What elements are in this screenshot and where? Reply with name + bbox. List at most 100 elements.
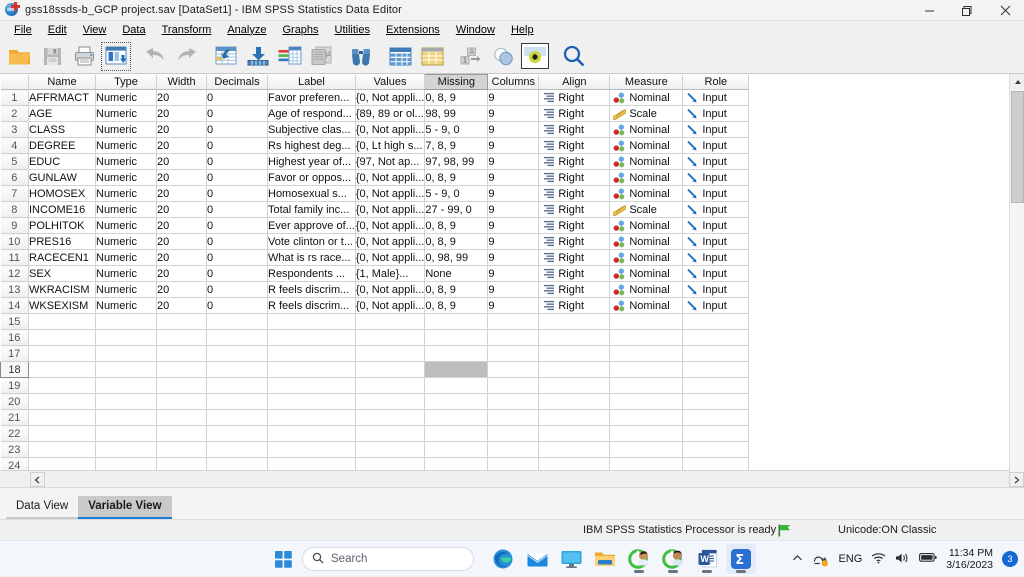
cell-missing[interactable] xyxy=(424,361,489,378)
column-header-values[interactable]: Values xyxy=(355,74,426,90)
table-row[interactable]: 10 PRES16 Numeric 20 0 Vote clinton or t... {0… xyxy=(0,233,750,250)
cell-columns[interactable] xyxy=(487,441,540,458)
cell-decimals[interactable]: 0 xyxy=(206,169,268,186)
scrollbar-thumb[interactable] xyxy=(1011,91,1024,203)
cell-type[interactable]: Numeric xyxy=(95,249,157,266)
cell-decimals[interactable]: 0 xyxy=(206,281,268,298)
cell-type[interactable] xyxy=(95,393,157,410)
cell-width[interactable] xyxy=(156,361,207,378)
cell-columns[interactable]: 9 xyxy=(487,281,540,298)
cell-label[interactable]: What is rs race... xyxy=(267,249,356,266)
cell-width[interactable] xyxy=(156,409,207,426)
cell-measure[interactable] xyxy=(609,441,684,458)
cell-name[interactable] xyxy=(28,377,96,394)
row-header[interactable]: 11 xyxy=(0,249,29,266)
cell-align[interactable]: Right xyxy=(538,217,611,234)
table-row[interactable]: 23 xyxy=(0,441,750,458)
cell-label[interactable] xyxy=(267,441,356,458)
scroll-right-arrow-icon[interactable] xyxy=(1009,472,1024,487)
cell-values[interactable]: {0, Not appli... xyxy=(355,233,426,250)
close-button[interactable] xyxy=(986,0,1024,21)
cell-name[interactable]: RACECEN1 xyxy=(28,249,96,266)
edge-icon[interactable] xyxy=(488,544,518,574)
cell-columns[interactable]: 9 xyxy=(487,249,540,266)
cell-decimals[interactable]: 0 xyxy=(206,249,268,266)
cell-measure[interactable] xyxy=(609,393,684,410)
cell-align[interactable]: Right xyxy=(538,89,611,106)
open-file-icon[interactable] xyxy=(4,41,36,72)
cell-width[interactable] xyxy=(156,377,207,394)
cell-role[interactable] xyxy=(682,361,750,378)
cell-role[interactable] xyxy=(682,425,750,442)
cell-type[interactable]: Numeric xyxy=(95,185,157,202)
cell-label[interactable] xyxy=(267,393,356,410)
table-row[interactable]: 2 AGE Numeric 20 0 Age of respond... {89, 89 o… xyxy=(0,105,750,122)
run-descriptives-icon[interactable]: μ xyxy=(306,41,338,72)
battery-icon[interactable] xyxy=(919,552,937,566)
cell-width[interactable]: 20 xyxy=(156,201,207,218)
cell-columns[interactable]: 9 xyxy=(487,201,540,218)
table-row[interactable]: 12 SEX Numeric 20 0 Respondents ... {1, Male}.… xyxy=(0,265,750,282)
cell-columns[interactable]: 9 xyxy=(487,121,540,138)
row-header[interactable]: 13 xyxy=(0,281,29,298)
cell-values[interactable]: {0, Not appli... xyxy=(355,297,426,314)
menu-view[interactable]: View xyxy=(75,23,115,38)
column-header-width[interactable]: Width xyxy=(156,74,207,90)
cell-align[interactable]: Right xyxy=(538,153,611,170)
cell-columns[interactable] xyxy=(487,425,540,442)
insert-variable-icon[interactable] xyxy=(416,41,448,72)
chevron-up-icon[interactable] xyxy=(792,553,803,565)
cell-role[interactable]: Input xyxy=(682,201,750,218)
cell-name[interactable]: CLASS xyxy=(28,121,96,138)
spss-icon[interactable]: Σ xyxy=(726,544,756,574)
row-header[interactable]: 2 xyxy=(0,105,29,122)
cell-role[interactable]: Input xyxy=(682,281,750,298)
cell-name[interactable]: SEX xyxy=(28,265,96,282)
cell-decimals[interactable]: 0 xyxy=(206,137,268,154)
goto-case-icon[interactable] xyxy=(210,41,242,72)
taskbar-search-box[interactable]: Search xyxy=(302,547,474,571)
cell-missing[interactable]: 0, 98, 99 xyxy=(424,249,489,266)
menu-window[interactable]: Window xyxy=(448,23,503,38)
mail-icon[interactable] xyxy=(522,544,552,574)
cell-align[interactable] xyxy=(538,393,611,410)
tab-variable-view[interactable]: Variable View xyxy=(78,496,172,519)
cell-align[interactable] xyxy=(538,345,611,362)
cell-missing[interactable]: 5 - 9, 0 xyxy=(424,185,489,202)
cell-role[interactable]: Input xyxy=(682,265,750,282)
cell-name[interactable]: HOMOSEX xyxy=(28,185,96,202)
column-header-label[interactable]: Label xyxy=(267,74,356,90)
cell-width[interactable]: 20 xyxy=(156,297,207,314)
cell-width[interactable]: 20 xyxy=(156,121,207,138)
cell-type[interactable]: Numeric xyxy=(95,265,157,282)
cell-name[interactable]: AFFRMACT xyxy=(28,89,96,106)
cell-measure[interactable]: Nominal xyxy=(609,281,684,298)
cell-label[interactable]: Vote clinton or t... xyxy=(267,233,356,250)
cell-align[interactable]: Right xyxy=(538,281,611,298)
table-row[interactable]: 4 DEGREE Numeric 20 0 Rs highest deg... {0, Lt… xyxy=(0,137,750,154)
cell-role[interactable]: Input xyxy=(682,153,750,170)
cell-type[interactable] xyxy=(95,441,157,458)
cell-label[interactable]: Ever approve of... xyxy=(267,217,356,234)
cell-role[interactable]: Input xyxy=(682,233,750,250)
cell-role[interactable] xyxy=(682,441,750,458)
cell-label[interactable] xyxy=(267,345,356,362)
cell-type[interactable] xyxy=(95,425,157,442)
cell-missing[interactable]: 5 - 9, 0 xyxy=(424,121,489,138)
find-icon[interactable] xyxy=(345,41,377,72)
cell-align[interactable] xyxy=(538,441,611,458)
cell-decimals[interactable]: 0 xyxy=(206,105,268,122)
cell-label[interactable] xyxy=(267,329,356,346)
cell-values[interactable] xyxy=(355,425,426,442)
cell-columns[interactable] xyxy=(487,393,540,410)
cell-role[interactable]: Input xyxy=(682,249,750,266)
contact-green-icon[interactable] xyxy=(624,544,654,574)
cell-align[interactable]: Right xyxy=(538,233,611,250)
cell-missing[interactable] xyxy=(424,345,489,362)
cell-align[interactable]: Right xyxy=(538,121,611,138)
word-icon[interactable]: W xyxy=(692,544,722,574)
language-indicator[interactable]: ENG xyxy=(838,553,862,565)
cell-label[interactable]: Favor preferen... xyxy=(267,89,356,106)
cell-missing[interactable]: 97, 98, 99 xyxy=(424,153,489,170)
cell-decimals[interactable] xyxy=(206,377,268,394)
